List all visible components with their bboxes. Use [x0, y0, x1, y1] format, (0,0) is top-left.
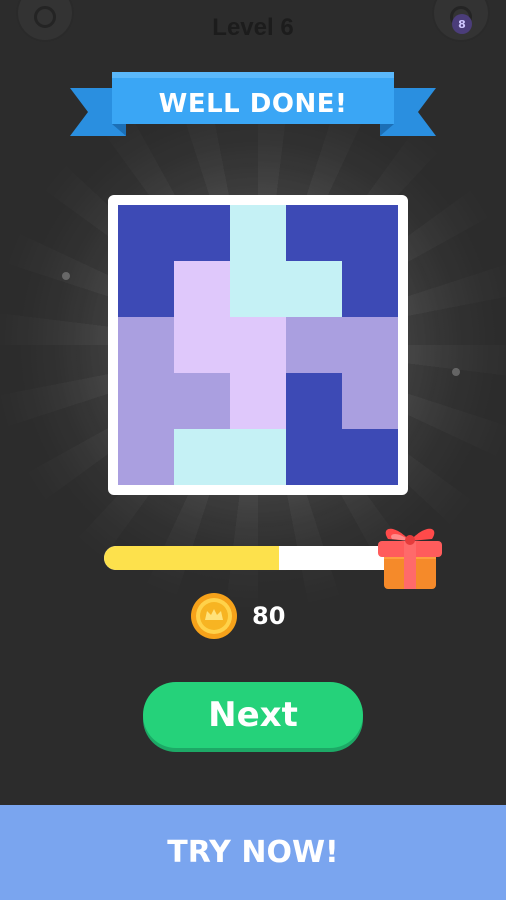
- puzzle-cell: [286, 429, 342, 485]
- coin-count: 80: [252, 602, 286, 630]
- puzzle-cell: [174, 373, 230, 429]
- puzzle-cell: [230, 261, 286, 317]
- puzzle-cell: [230, 373, 286, 429]
- puzzle-cell: [174, 429, 230, 485]
- well-done-title: WELL DONE!: [158, 89, 348, 119]
- puzzle-cell: [118, 205, 174, 261]
- gift-box-icon[interactable]: [374, 513, 446, 593]
- puzzle-cell: [174, 261, 230, 317]
- progress-fill: [104, 546, 280, 570]
- puzzle-cell: [286, 373, 342, 429]
- puzzle-cell: [118, 317, 174, 373]
- puzzle-board: [108, 195, 408, 495]
- coin-icon: [191, 593, 237, 639]
- level-title: Level 6: [212, 14, 294, 41]
- sparkle-dot: [452, 368, 460, 376]
- puzzle-cell: [118, 429, 174, 485]
- try-now-ad-banner[interactable]: TRY NOW!: [0, 805, 506, 900]
- puzzle-cell: [286, 261, 342, 317]
- puzzle-cell: [118, 261, 174, 317]
- puzzle-cell: [342, 317, 398, 373]
- reward-progress-bar: [104, 546, 396, 570]
- puzzle-cell: [230, 317, 286, 373]
- puzzle-cell: [174, 317, 230, 373]
- puzzle-cell: [342, 205, 398, 261]
- puzzle-grid: [118, 205, 398, 485]
- puzzle-cell: [230, 429, 286, 485]
- puzzle-cell: [342, 373, 398, 429]
- puzzle-cell: [230, 205, 286, 261]
- sparkle-dot: [62, 272, 70, 280]
- puzzle-cell: [286, 205, 342, 261]
- puzzle-cell: [174, 205, 230, 261]
- puzzle-cell: [342, 261, 398, 317]
- next-button[interactable]: Next: [143, 682, 363, 748]
- puzzle-cell: [286, 317, 342, 373]
- puzzle-cell: [118, 373, 174, 429]
- puzzle-cell: [342, 429, 398, 485]
